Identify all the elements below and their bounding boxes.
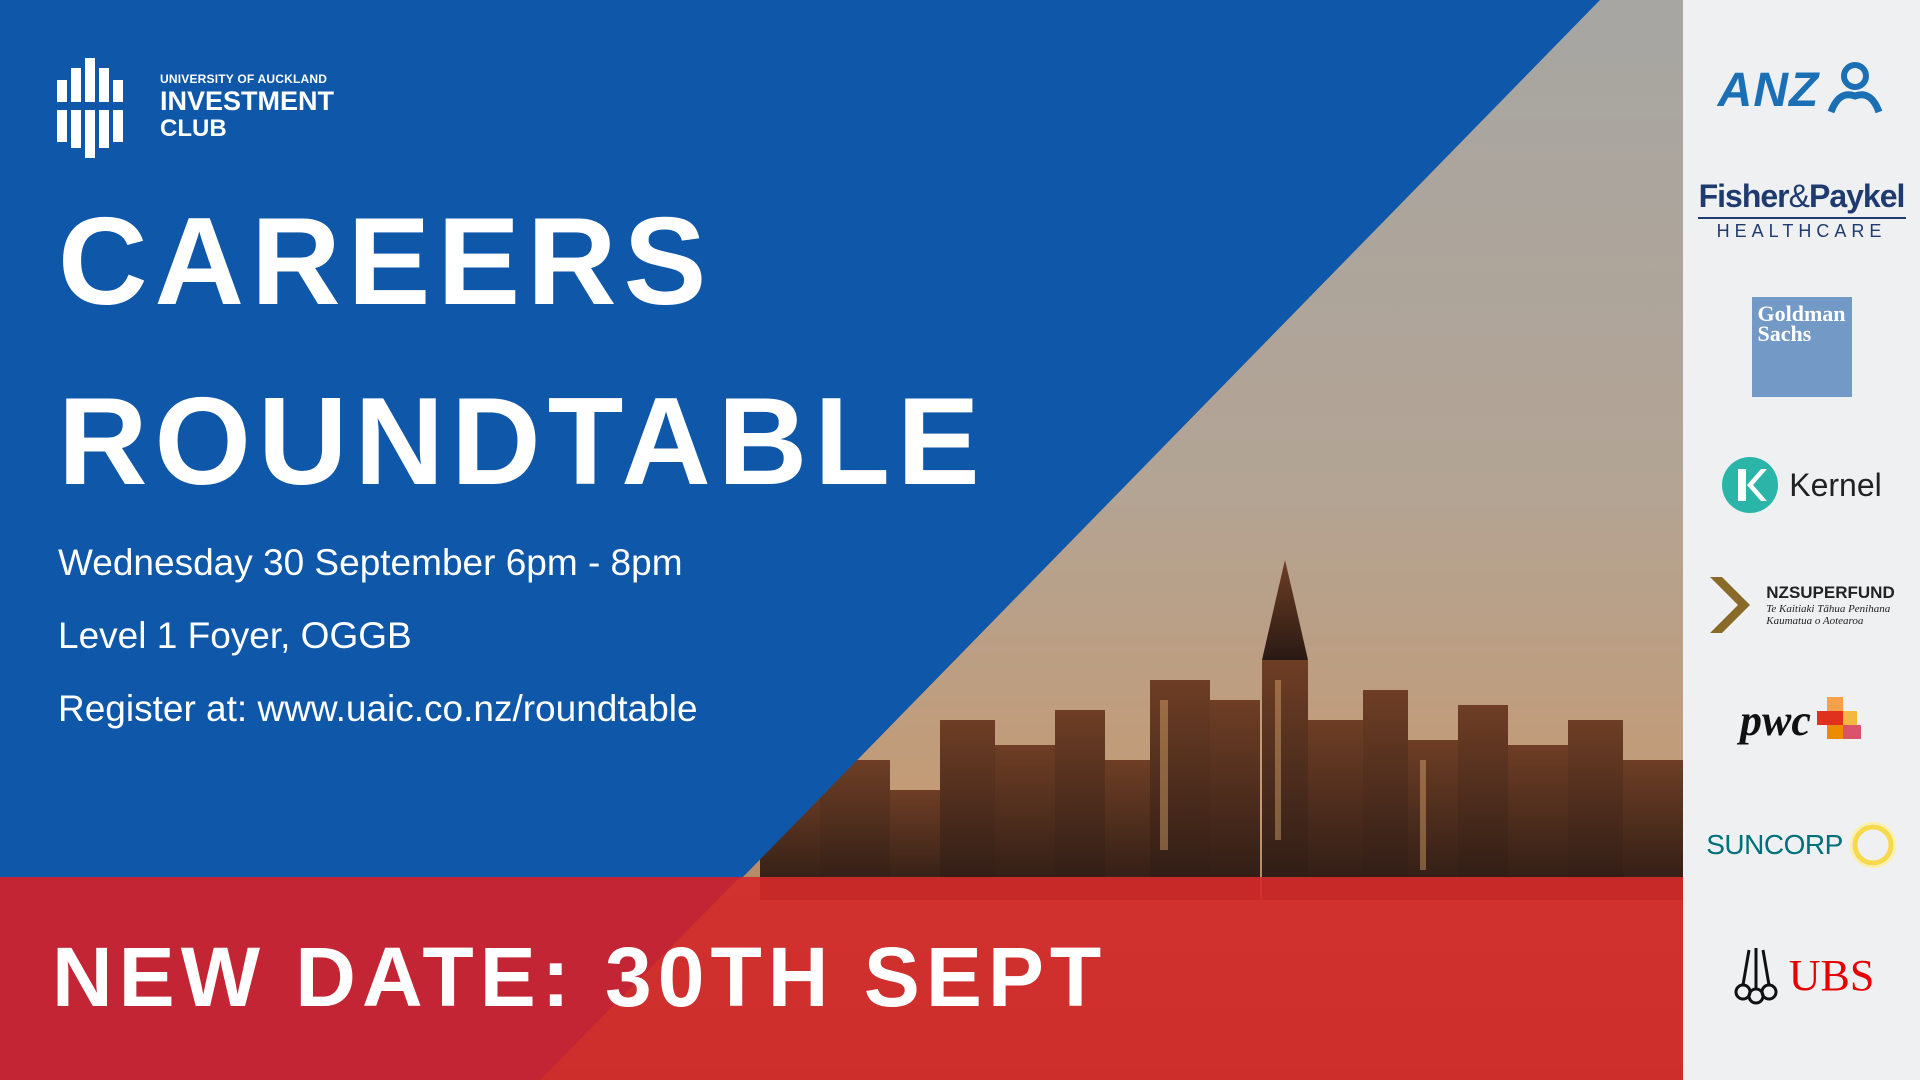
fp-ampersand: &	[1788, 178, 1810, 214]
kernel-logo-text: Kernel	[1789, 466, 1882, 503]
register-link[interactable]: Register at: www.uaic.co.nz/roundtable	[58, 689, 698, 729]
nz-superfund-arrow-icon	[1710, 577, 1751, 633]
kernel-k-icon	[1722, 457, 1779, 513]
sponsor-anz: ANZ	[1683, 55, 1920, 125]
pwc-logo-text: pwc	[1740, 695, 1811, 745]
pwc-blocks-icon	[1816, 697, 1861, 739]
ubs-logo-text: UBS	[1788, 950, 1875, 1000]
fp-fisher: Fisher	[1698, 178, 1790, 214]
sponsor-kernel: Kernel	[1683, 455, 1920, 515]
new-date-banner: NEW DATE: 30TH SEPT	[52, 930, 1108, 1024]
ubs-keys-icon	[1734, 948, 1778, 1005]
fp-paykel: Paykel	[1808, 178, 1905, 214]
event-date: Wednesday 30 September 6pm - 8pm	[58, 542, 683, 583]
sponsor-pwc: pwc	[1683, 690, 1920, 750]
sponsor-fisher-paykel: Fisher&Paykel HEALTHCARE	[1683, 175, 1920, 245]
sponsor-nz-superfund: NZSUPERFUND Te Kaitiaki Tāhua Penihana K…	[1683, 570, 1920, 640]
gs-line-2: Sachs	[1757, 321, 1812, 346]
club-name-line-3: CLUB	[160, 115, 227, 142]
title-careers: CAREERS	[58, 193, 714, 331]
event-venue: Level 1 Foyer, OGGB	[58, 615, 412, 656]
nzsf-tagline-2: Kaumatua o Aotearoa	[1766, 615, 1864, 627]
anz-people-icon	[1828, 62, 1883, 114]
sponsor-column: ANZ Fisher&Paykel HEALTHCARE Goldman Sac…	[1683, 0, 1920, 1080]
sponsor-ubs: UBS	[1683, 940, 1920, 1010]
club-logo-icon	[57, 58, 123, 158]
club-name-line-2: INVESTMENT	[160, 86, 335, 116]
nzsf-nz: NZ	[1766, 583, 1789, 602]
title-roundtable: ROUNDTABLE	[58, 373, 987, 511]
club-name-line-1: UNIVERSITY OF AUCKLAND	[160, 72, 328, 86]
sponsor-goldman-sachs: Goldman Sachs	[1683, 296, 1920, 398]
anz-logo-text: ANZ	[1717, 63, 1820, 117]
suncorp-logo-text: SUNCORP	[1706, 829, 1843, 860]
sponsor-suncorp: SUNCORP	[1683, 815, 1920, 875]
nzsf-superfund: SUPERFUND	[1788, 583, 1895, 602]
fp-healthcare: HEALTHCARE	[1716, 221, 1887, 241]
suncorp-sun-icon	[1849, 822, 1896, 868]
nzsf-tagline-1: Te Kaitiaki Tāhua Penihana	[1766, 603, 1891, 615]
